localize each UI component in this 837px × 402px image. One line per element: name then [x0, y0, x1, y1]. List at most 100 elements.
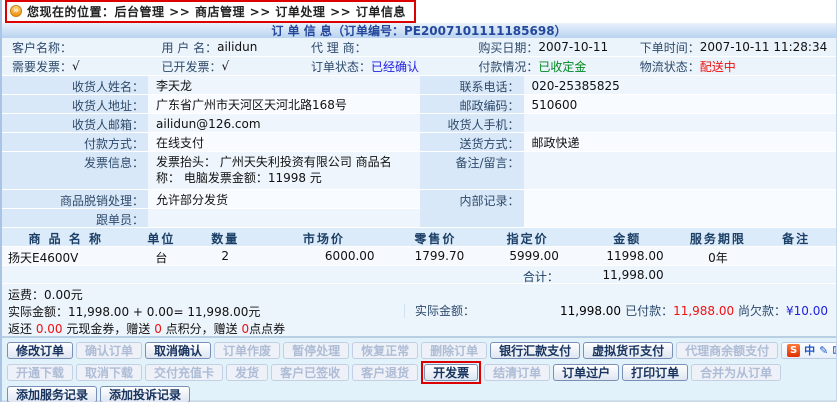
- bank-transfer-pay-button[interactable]: 银行汇款支付: [490, 342, 580, 359]
- invoice-issued-check: √: [221, 59, 229, 73]
- owed-value: ¥10.00: [786, 304, 828, 318]
- order-header-row-1: 客户名称： 用 户 名：ailidun 代 理 商： 购买日期：2007-10-…: [2, 38, 836, 57]
- cancel-confirm-button[interactable]: 取消确认: [145, 342, 211, 359]
- rebate-text-3: 点积分，赠送: [162, 322, 242, 336]
- payment-summary: 运费：0.00元 实际金额：11,998.00 + 0.00= 11,998.0…: [2, 284, 836, 338]
- paid-value: 11,988.00: [673, 304, 734, 318]
- amount-cell: 11998.00: [575, 247, 680, 265]
- button-row-1: 修改订单 确认订单 取消确认 订单作废 暂停处理 恢复正常 删除订单 银行汇款支…: [7, 342, 836, 359]
- add-complaint-record-button[interactable]: 添加投诉记录: [100, 386, 190, 402]
- actual-amount-label: 实际金额：: [404, 304, 475, 318]
- payment-status-badge: 已收定金: [538, 58, 586, 75]
- cancel-download-button: 取消下载: [76, 364, 142, 381]
- field-postal-code: 邮政编码：510600: [420, 95, 837, 114]
- field-order-follower: 跟单员：: [2, 209, 420, 228]
- rebate-text-4: 点点券: [249, 322, 285, 336]
- col-retail-price: 零售价: [391, 228, 481, 246]
- add-service-record-button[interactable]: 添加服务记录: [7, 386, 97, 402]
- order-details: 收货人姓名：李天龙 收货人地址：广东省广州市天河区天河北路168号 收货人邮箱：…: [2, 76, 836, 228]
- product-table-header: 商 品 名 称 单位 数量 市场价 零售价 指定价 金额 服务期限 备注: [2, 228, 836, 247]
- rebate-cash-value: 0.00: [36, 322, 63, 336]
- logistics-status-label: 物流状态：: [640, 58, 700, 75]
- consignee-name-label: 收货人姓名：: [2, 76, 148, 94]
- button-row-2: 开通下载 取消下载 交付充值卡 发货 客户已签收 客户退货 开发票 结清订单 订…: [7, 361, 836, 384]
- pause-processing-button: 暂停处理: [283, 342, 349, 359]
- consignee-email-value: ailidun@126.com: [148, 114, 420, 132]
- merge-as-sub-order-button: 合并为从订单: [691, 364, 781, 381]
- field-contact-phone: 联系电话：020-25385825: [420, 76, 837, 95]
- ship-button: 发货: [226, 364, 268, 381]
- col-assigned-price: 指定价: [480, 228, 575, 246]
- invoice-info-value: 发票抬头： 广州天失利投资有限公司 商品名称： 电脑发票金额：11998 元: [148, 152, 420, 189]
- confirm-order-button: 确认订单: [76, 342, 142, 359]
- order-status-label: 订单状态：: [311, 58, 371, 75]
- agent-label: 代 理 商：: [311, 39, 367, 56]
- settle-order-button: 结清订单: [484, 364, 550, 381]
- shipping-method-label: 送货方式：: [420, 133, 524, 151]
- col-amount: 金额: [575, 228, 680, 246]
- amount-summary-right: 实际金额：11,998.00已付款：11,988.00 尚欠款：¥10.00: [404, 302, 828, 319]
- paid-label: 已付款：: [625, 304, 673, 318]
- breadcrumb-bar: » 您现在的位置：后台管理 >> 商店管理 >> 订单处理 >> 订单信息: [2, 0, 836, 22]
- field-payment-method: 付款方式：在线支付: [2, 133, 420, 152]
- field-outofstock-handling: 商品脱销处理：允许部分发货: [2, 190, 420, 209]
- postal-code-value: 510600: [524, 95, 837, 113]
- logistics-status-badge: 配送中: [700, 58, 736, 75]
- transfer-order-button[interactable]: 订单过户: [553, 364, 619, 381]
- product-table-total-row: 合计： 11,998.00: [2, 266, 836, 284]
- consignee-email-label: 收货人邮箱：: [2, 114, 148, 132]
- field-consignee-mobile: 收货人手机：: [420, 114, 837, 133]
- need-invoice-check: √: [72, 59, 80, 73]
- print-order-button[interactable]: 打印订单: [622, 364, 688, 381]
- virtual-currency-pay-button[interactable]: 虚拟货币支付: [583, 342, 673, 359]
- payment-method-value: 在线支付: [148, 133, 420, 151]
- order-info-page: » 您现在的位置：后台管理 >> 商店管理 >> 订单处理 >> 订单信息 订 …: [0, 0, 837, 402]
- delete-order-button: 删除订单: [421, 342, 487, 359]
- handwriting-icon[interactable]: ✎: [819, 344, 828, 357]
- issue-invoice-button[interactable]: 开发票: [424, 364, 478, 381]
- service-period-cell: 0年: [680, 247, 757, 265]
- modify-order-button[interactable]: 修改订单: [7, 342, 73, 359]
- order-time-label: 下单时间：: [640, 39, 700, 56]
- remark-message-label: 备注/留言：: [420, 152, 524, 189]
- sogou-logo-icon[interactable]: S: [787, 344, 800, 357]
- order-status-badge: 已经确认: [371, 58, 419, 75]
- total-label: 合计：: [480, 266, 575, 283]
- action-button-area: 修改订单 确认订单 取消确认 订单作废 暂停处理 恢复正常 删除订单 银行汇款支…: [2, 338, 836, 400]
- order-follower-label: 跟单员：: [2, 209, 148, 227]
- order-header-row-2: 需要发票：√ 已开发票：√ 订单状态：已经确认 付款情况：已收定金 物流状态：配…: [2, 57, 836, 76]
- order-number: （订单编号：PE2007101111185698）: [332, 24, 567, 38]
- need-invoice-label: 需要发票：: [12, 58, 72, 75]
- order-follower-value: [148, 209, 420, 227]
- consignee-name-value: 李天龙: [148, 76, 420, 94]
- payment-method-label: 付款方式：: [2, 133, 148, 151]
- deliver-recharge-card-button: 交付充值卡: [145, 364, 223, 381]
- col-market-price: 市场价: [257, 228, 391, 246]
- rebate-coupon-value: 0: [241, 322, 249, 336]
- void-order-button: 订单作废: [214, 342, 280, 359]
- market-price-cell: 6000.00: [257, 247, 391, 265]
- customer-signed-button: 客户已签收: [271, 364, 349, 381]
- assigned-price-cell: 5999.00: [480, 247, 575, 265]
- total-value: 11,998.00: [575, 266, 680, 283]
- field-shipping-method: 送货方式：邮政快递: [420, 133, 837, 152]
- col-quantity: 数量: [193, 228, 257, 246]
- page-title-bar: 订 单 信 息（订单编号：PE2007101111185698）: [2, 22, 836, 38]
- contact-phone-value: 020-25385825: [524, 76, 837, 94]
- chinese-mode-icon[interactable]: 中: [804, 344, 815, 357]
- field-consignee-name: 收货人姓名：李天龙: [2, 76, 420, 95]
- owed-label: 尚欠款：: [738, 304, 786, 318]
- restore-normal-button: 恢复正常: [352, 342, 418, 359]
- invoice-issued-label: 已开发票：: [161, 58, 221, 75]
- details-left-pane: 收货人姓名：李天龙 收货人地址：广东省广州市天河区天河北路168号 收货人邮箱：…: [2, 76, 420, 228]
- internal-record-label: 内部记录：: [420, 190, 524, 227]
- purchase-date-label: 购买日期：: [478, 39, 538, 56]
- consignee-mobile-label: 收货人手机：: [420, 114, 524, 132]
- breadcrumb-annotation-box: » 您现在的位置：后台管理 >> 商店管理 >> 订单处理 >> 订单信息: [5, 0, 416, 23]
- rebate-line: 返还 0.00 元现金券，赠送 0 点积分，赠送 0点点券: [8, 321, 836, 338]
- purchase-date-value: 2007-10-11: [538, 40, 608, 54]
- username-value: ailidun: [217, 40, 257, 54]
- keyboard-icon[interactable]: ⌨: [832, 344, 837, 357]
- field-remark-message: 备注/留言：: [420, 152, 837, 190]
- breadcrumb[interactable]: 您现在的位置：后台管理 >> 商店管理 >> 订单处理 >> 订单信息: [27, 3, 406, 20]
